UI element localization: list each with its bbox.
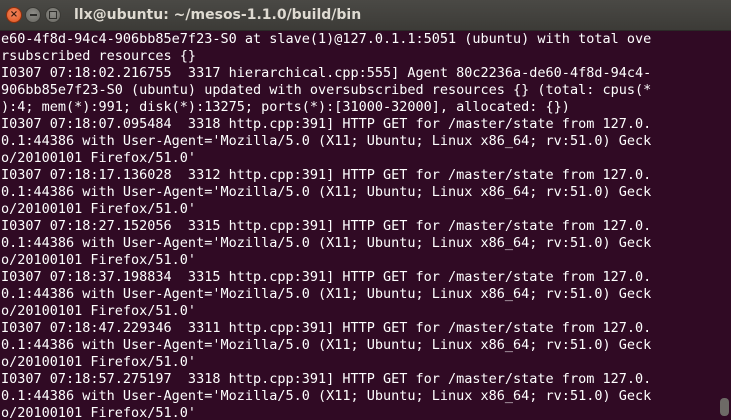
- terminal-output[interactable]: e60-4f8d-94c4-906bb85e7f23-S0 at slave(1…: [0, 31, 718, 420]
- terminal-window: × llx@ubuntu: ~/mesos-1.1.0/build/bin e6…: [0, 0, 731, 420]
- terminal-line: I0307 07:18:47.229346 3311 http.cpp:391]…: [1, 320, 652, 336]
- terminal-line: I0307 07:18:07.095484 3318 http.cpp:391]…: [1, 116, 652, 132]
- terminal-line: 0.1:44386 with User-Agent='Mozilla/5.0 (…: [1, 235, 652, 251]
- scrollbar[interactable]: [718, 31, 731, 420]
- terminal-line: I0307 07:18:57.275197 3318 http.cpp:391]…: [1, 371, 652, 387]
- terminal-line: o/20100101 Firefox/51.0': [1, 201, 197, 217]
- maximize-icon[interactable]: [45, 7, 61, 23]
- terminal-line: o/20100101 Firefox/51.0': [1, 354, 197, 370]
- terminal-line: 906bb85e7f23-S0 (ubuntu) updated with ov…: [1, 82, 652, 98]
- terminal-line: 0.1:44386 with User-Agent='Mozilla/5.0 (…: [1, 337, 652, 353]
- terminal-line: 0.1:44386 with User-Agent='Mozilla/5.0 (…: [1, 184, 652, 200]
- terminal-line: 0.1:44386 with User-Agent='Mozilla/5.0 (…: [1, 133, 652, 149]
- terminal-line: o/20100101 Firefox/51.0': [1, 303, 197, 319]
- close-icon[interactable]: ×: [6, 7, 22, 23]
- terminal-line: I0307 07:18:37.198834 3315 http.cpp:391]…: [1, 269, 652, 285]
- title-bar[interactable]: × llx@ubuntu: ~/mesos-1.1.0/build/bin: [0, 0, 731, 31]
- terminal-line: I0307 07:18:17.136028 3312 http.cpp:391]…: [1, 167, 652, 183]
- terminal-line: 0.1:44386 with User-Agent='Mozilla/5.0 (…: [1, 388, 652, 404]
- terminal-line: o/20100101 Firefox/51.0': [1, 252, 197, 268]
- terminal-line: I0307 07:18:27.152056 3315 http.cpp:391]…: [1, 218, 652, 234]
- minimize-icon[interactable]: [25, 7, 41, 23]
- terminal-line: o/20100101 Firefox/51.0': [1, 150, 197, 166]
- window-title: llx@ubuntu: ~/mesos-1.1.0/build/bin: [74, 7, 362, 23]
- terminal-line: rsubscribed resources {}: [1, 48, 197, 64]
- scrollbar-thumb[interactable]: [720, 398, 729, 416]
- terminal-line: e60-4f8d-94c4-906bb85e7f23-S0 at slave(1…: [1, 31, 652, 47]
- terminal-line: 0.1:44386 with User-Agent='Mozilla/5.0 (…: [1, 286, 652, 302]
- terminal-line: I0307 07:18:02.216755 3317 hierarchical.…: [1, 65, 652, 81]
- terminal-line: ):4; mem(*):991; disk(*):13275; ports(*)…: [1, 99, 570, 115]
- terminal-line: o/20100101 Firefox/51.0': [1, 405, 197, 420]
